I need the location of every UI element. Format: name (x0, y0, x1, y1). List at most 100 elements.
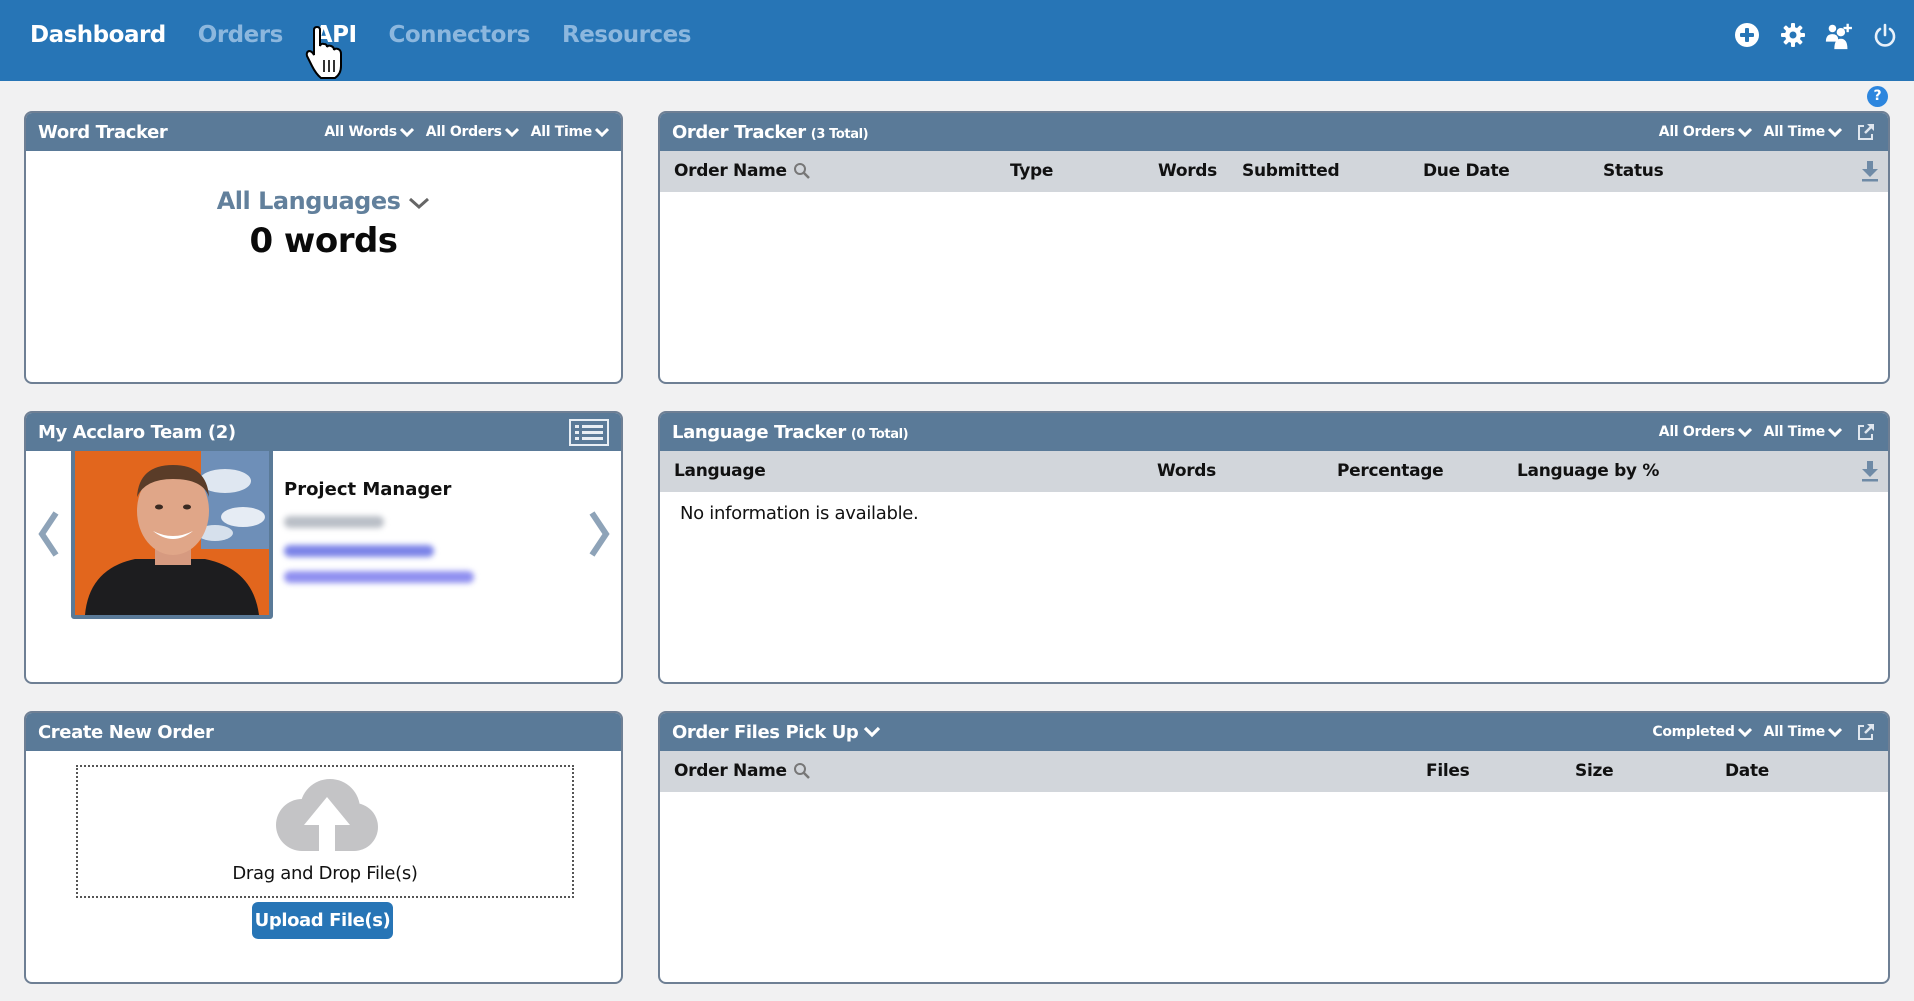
column-language[interactable]: Language (674, 461, 766, 481)
filter-label: All Time (530, 124, 593, 140)
filter-label: All Words (324, 124, 397, 140)
team-panel: My Acclaro Team (2) Project Manager (24, 411, 623, 684)
nav-dashboard[interactable]: Dashboard (30, 18, 166, 52)
chevron-down-icon (409, 197, 430, 210)
next-arrow-icon[interactable] (586, 509, 612, 559)
chevron-down-icon (595, 127, 609, 137)
add-team-member-icon[interactable] (1824, 18, 1854, 52)
team-member-email-redacted[interactable] (284, 571, 474, 583)
nav-orders[interactable]: Orders (198, 18, 284, 52)
main-nav: Dashboard Orders API Connectors Resource… (30, 18, 723, 52)
filter-label: All Time (1763, 124, 1826, 140)
panel-title-text: Order Tracker (672, 121, 806, 143)
total-count: (0 Total) (850, 426, 909, 442)
filter-label: All Orders (1658, 124, 1735, 140)
column-status[interactable]: Status (1603, 161, 1664, 181)
external-link-icon[interactable] (1856, 422, 1876, 442)
column-label: Order Name (674, 161, 787, 181)
filter-label: All Orders (1658, 424, 1735, 440)
help-icon[interactable]: ? (1867, 86, 1888, 107)
filter-status-dropdown[interactable]: Completed (1652, 724, 1752, 740)
column-order-name[interactable]: Order Name (674, 761, 811, 781)
chevron-down-icon (504, 127, 519, 137)
column-percentage[interactable]: Percentage (1337, 461, 1444, 481)
power-icon[interactable] (1870, 18, 1900, 52)
table-header: Order Name Type Words Submitted Due Date… (660, 151, 1888, 192)
person-photo-image (75, 451, 269, 615)
column-order-name[interactable]: Order Name (674, 161, 811, 181)
dropzone-label: Drag and Drop File(s) (232, 863, 418, 884)
column-language-by-percent[interactable]: Language by % (1517, 461, 1659, 481)
external-link-icon[interactable] (1856, 722, 1876, 742)
team-member-phone-redacted[interactable] (284, 545, 434, 557)
panel-title-text: Language Tracker (672, 421, 846, 443)
external-link-icon[interactable] (1856, 122, 1876, 142)
filter-orders-dropdown[interactable]: All Orders (1659, 124, 1752, 140)
column-submitted[interactable]: Submitted (1242, 161, 1340, 181)
search-icon[interactable] (793, 162, 811, 180)
create-order-panel: Create New Order Drag and Drop File(s) U… (24, 711, 623, 984)
filter-orders-dropdown[interactable]: All Orders (1659, 424, 1752, 440)
column-words[interactable]: Words (1157, 461, 1216, 481)
filter-label: All Time (1763, 724, 1826, 740)
panel-header: Language Tracker (0 Total) All Orders All… (660, 413, 1888, 451)
top-icons (1732, 18, 1900, 52)
panel-title: Word Tracker (38, 121, 168, 143)
language-select-label: All Languages (216, 187, 401, 215)
column-due-date[interactable]: Due Date (1423, 161, 1510, 181)
gear-icon[interactable] (1778, 18, 1808, 52)
word-tracker-panel: Word Tracker All Words All Orders All Ti… (24, 111, 623, 384)
order-files-pickup-panel: Order Files Pick Up Completed All Time O… (658, 711, 1890, 984)
cloud-upload-icon (276, 779, 378, 855)
chevron-down-icon (1737, 727, 1752, 737)
file-dropzone[interactable]: Drag and Drop File(s) (76, 765, 574, 898)
panel-title-text: Order Files Pick Up (672, 721, 859, 743)
nav-connectors[interactable]: Connectors (389, 18, 531, 52)
panel-title: Language Tracker (0 Total) (672, 421, 909, 443)
download-icon[interactable] (1860, 459, 1880, 483)
chevron-down-icon (1828, 727, 1842, 737)
filter-time-dropdown[interactable]: All Time (1764, 124, 1842, 140)
column-files[interactable]: Files (1426, 761, 1470, 781)
panel-header: Order Files Pick Up Completed All Time (660, 713, 1888, 751)
download-icon[interactable] (1860, 159, 1880, 183)
team-member-role: Project Manager (284, 479, 452, 500)
filter-label: All Orders (425, 124, 502, 140)
table-header: Language Words Percentage Language by % (660, 451, 1888, 492)
list-view-icon[interactable] (569, 418, 609, 446)
filter-time-dropdown[interactable]: All Time (1764, 424, 1842, 440)
previous-arrow-icon[interactable] (36, 509, 62, 559)
column-words[interactable]: Words (1158, 161, 1217, 181)
table-header: Order Name Files Size Date (660, 751, 1888, 792)
column-size[interactable]: Size (1575, 761, 1614, 781)
panel-filters: All Words All Orders All Time (324, 124, 609, 140)
column-type[interactable]: Type (1010, 161, 1053, 181)
column-date[interactable]: Date (1725, 761, 1769, 781)
column-label: Order Name (674, 761, 787, 781)
chevron-down-icon (864, 726, 881, 738)
panel-filters: All Orders All Time (1659, 122, 1876, 142)
empty-state-message: No information is available. (680, 503, 919, 524)
filter-orders-dropdown[interactable]: All Orders (426, 124, 519, 140)
add-circle-icon[interactable] (1732, 18, 1762, 52)
panel-title-dropdown[interactable]: Order Files Pick Up (672, 722, 881, 743)
search-icon[interactable] (793, 762, 811, 780)
filter-time-dropdown[interactable]: All Time (531, 124, 609, 140)
panel-header: Create New Order (26, 713, 621, 751)
nav-resources[interactable]: Resources (562, 18, 691, 52)
filter-words-dropdown[interactable]: All Words (324, 124, 414, 140)
word-count: 0 words (249, 221, 398, 261)
language-select[interactable]: All Languages (26, 187, 621, 216)
panel-title: Order Tracker (3 Total) (672, 121, 869, 143)
filter-label: All Time (1763, 424, 1826, 440)
upload-files-button[interactable]: Upload File(s) (252, 902, 393, 939)
chevron-down-icon (1737, 127, 1752, 137)
nav-api[interactable]: API (315, 18, 357, 52)
filter-label: Completed (1652, 724, 1735, 740)
panel-title: My Acclaro Team (2) (38, 421, 236, 443)
chevron-down-icon (1737, 427, 1752, 437)
filter-time-dropdown[interactable]: All Time (1764, 724, 1842, 740)
panel-header: Word Tracker All Words All Orders All Ti… (26, 113, 621, 151)
panel-header: Order Tracker (3 Total) All Orders All Ti… (660, 113, 1888, 151)
order-tracker-panel: Order Tracker (3 Total) All Orders All Ti… (658, 111, 1890, 384)
